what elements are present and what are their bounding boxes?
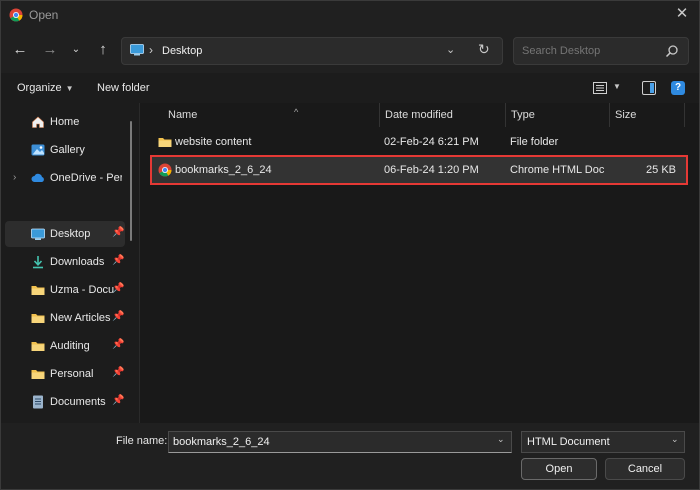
file-name-dropdown-icon[interactable]: ⌄ — [497, 434, 505, 445]
file-name: bookmarks_2_6_24 — [175, 164, 272, 176]
gallery-icon — [31, 144, 45, 156]
file-name-panel: File name: ⌄ HTML Document ⌄ Open Cancel — [1, 423, 699, 489]
file-row-selected[interactable]: bookmarks_2_6_24 06-Feb-24 1:20 PM Chrom… — [150, 155, 688, 185]
folder-icon — [31, 314, 45, 323]
file-size: 25 KB — [646, 164, 676, 176]
recent-locations-chevron-icon[interactable]: ⌄ — [65, 39, 87, 61]
caret-down-icon: ▼ — [65, 84, 74, 93]
sort-ascending-icon: ^ — [294, 107, 299, 117]
folder-icon — [31, 370, 45, 379]
pin-icon: 📌 — [112, 227, 125, 238]
search-input[interactable] — [513, 37, 689, 65]
folder-icon — [31, 342, 45, 351]
organize-menu[interactable]: Organize ▼ — [17, 82, 74, 94]
home-icon — [32, 116, 44, 128]
window-title: Open — [29, 8, 59, 22]
help-icon[interactable]: ? — [671, 81, 685, 95]
preview-pane-icon[interactable] — [642, 81, 656, 95]
up-arrow-icon[interactable]: ↑ — [92, 39, 114, 61]
file-name-input[interactable] — [168, 431, 512, 453]
desktop-icon — [31, 228, 45, 240]
refresh-icon[interactable]: ↻ — [478, 41, 490, 58]
chrome-icon — [9, 8, 23, 22]
navigation-bar: ← → ⌄ ↑ › Desktop ⌄ ↻ — [1, 29, 699, 73]
organize-label: Organize — [17, 82, 62, 94]
sidebar-item-label: OneDrive - Perso — [50, 172, 122, 184]
sidebar-item-personal[interactable]: Personal 📌 — [5, 361, 125, 387]
sidebar-item-gallery[interactable]: Gallery — [5, 137, 125, 163]
file-name: website content — [175, 136, 252, 148]
pin-icon: 📌 — [112, 367, 125, 378]
file-type: Chrome HTML Doc... — [510, 164, 605, 176]
sidebar-item-downloads[interactable]: Downloads 📌 — [5, 249, 125, 275]
sidebar-item-new-articles[interactable]: New Articles 📌 — [5, 305, 125, 331]
title-bar: Open ✕ — [1, 1, 699, 29]
file-type-select[interactable]: HTML Document — [521, 431, 685, 453]
folder-icon — [158, 138, 172, 147]
sidebar-item-home[interactable]: Home — [5, 109, 125, 135]
column-separator[interactable] — [684, 103, 685, 127]
close-icon[interactable]: ✕ — [673, 5, 691, 23]
file-row[interactable]: website content 02-Feb-24 6:21 PM File f… — [152, 129, 686, 155]
file-date: 06-Feb-24 1:20 PM — [384, 164, 479, 176]
chrome-icon — [158, 163, 172, 177]
sidebar-item-onedrive[interactable]: › OneDrive - Perso — [5, 165, 125, 191]
pin-icon: 📌 — [112, 283, 125, 294]
search-icon[interactable] — [665, 44, 679, 58]
address-bar[interactable]: › Desktop ⌄ ↻ — [121, 37, 503, 65]
file-date: 02-Feb-24 6:21 PM — [384, 136, 479, 148]
file-list: Name ^ Date modified Type Size website c… — [140, 103, 699, 423]
new-folder-button[interactable]: New folder — [97, 82, 150, 94]
breadcrumb-location[interactable]: Desktop — [162, 45, 202, 57]
forward-arrow-icon[interactable]: → — [39, 39, 61, 61]
column-separator[interactable] — [505, 103, 506, 127]
sidebar-item-uzma-docu[interactable]: Uzma - Docu 📌 — [5, 277, 125, 303]
sidebar-item-documents[interactable]: Documents 📌 — [5, 389, 125, 415]
navigation-pane: Home Gallery › OneDrive - Perso Desktop … — [1, 103, 139, 423]
column-header-name[interactable]: Name ^ — [168, 107, 298, 121]
breadcrumb-chevron-icon: › — [149, 43, 153, 57]
open-button[interactable]: Open — [521, 458, 597, 480]
cloud-icon — [31, 173, 44, 182]
column-header-size[interactable]: Size — [615, 109, 636, 121]
column-separator[interactable] — [609, 103, 610, 127]
column-header-label: Name — [168, 109, 198, 121]
pin-icon: 📌 — [112, 311, 125, 322]
document-icon — [33, 395, 43, 409]
column-separator[interactable] — [379, 103, 380, 127]
open-dialog: Open ✕ ← → ⌄ ↑ › Desktop ⌄ ↻ Organize▼ N… — [0, 0, 700, 490]
address-dropdown-icon[interactable]: ⌄ — [446, 43, 455, 56]
sidebar-item-label: Gallery — [50, 144, 85, 156]
file-name-label: File name: — [116, 435, 168, 447]
sidebar-scrollbar[interactable] — [130, 121, 132, 241]
sidebar-item-label: Home — [50, 116, 80, 128]
pin-icon: 📌 — [112, 395, 125, 406]
download-icon — [33, 256, 43, 269]
cancel-button[interactable]: Cancel — [605, 458, 685, 480]
sidebar-item-auditing[interactable]: Auditing 📌 — [5, 333, 125, 359]
column-header-date-modified[interactable]: Date modified — [385, 109, 453, 121]
view-options-icon[interactable] — [593, 82, 607, 94]
column-header-type[interactable]: Type — [511, 109, 535, 121]
sidebar-item-desktop[interactable]: Desktop 📌 — [5, 221, 125, 247]
expand-chevron-icon[interactable]: › — [13, 172, 16, 183]
desktop-icon — [130, 44, 144, 56]
pin-icon: 📌 — [112, 339, 125, 350]
pin-icon: 📌 — [112, 255, 125, 266]
back-arrow-icon[interactable]: ← — [9, 39, 31, 61]
file-type: File folder — [510, 136, 559, 148]
folder-icon — [31, 286, 45, 295]
command-bar: Organize ▼ New folder ▼ ? — [1, 73, 699, 103]
file-type-dropdown-icon[interactable]: ⌄ — [671, 434, 679, 445]
view-dropdown-icon[interactable]: ▼ — [613, 82, 621, 91]
